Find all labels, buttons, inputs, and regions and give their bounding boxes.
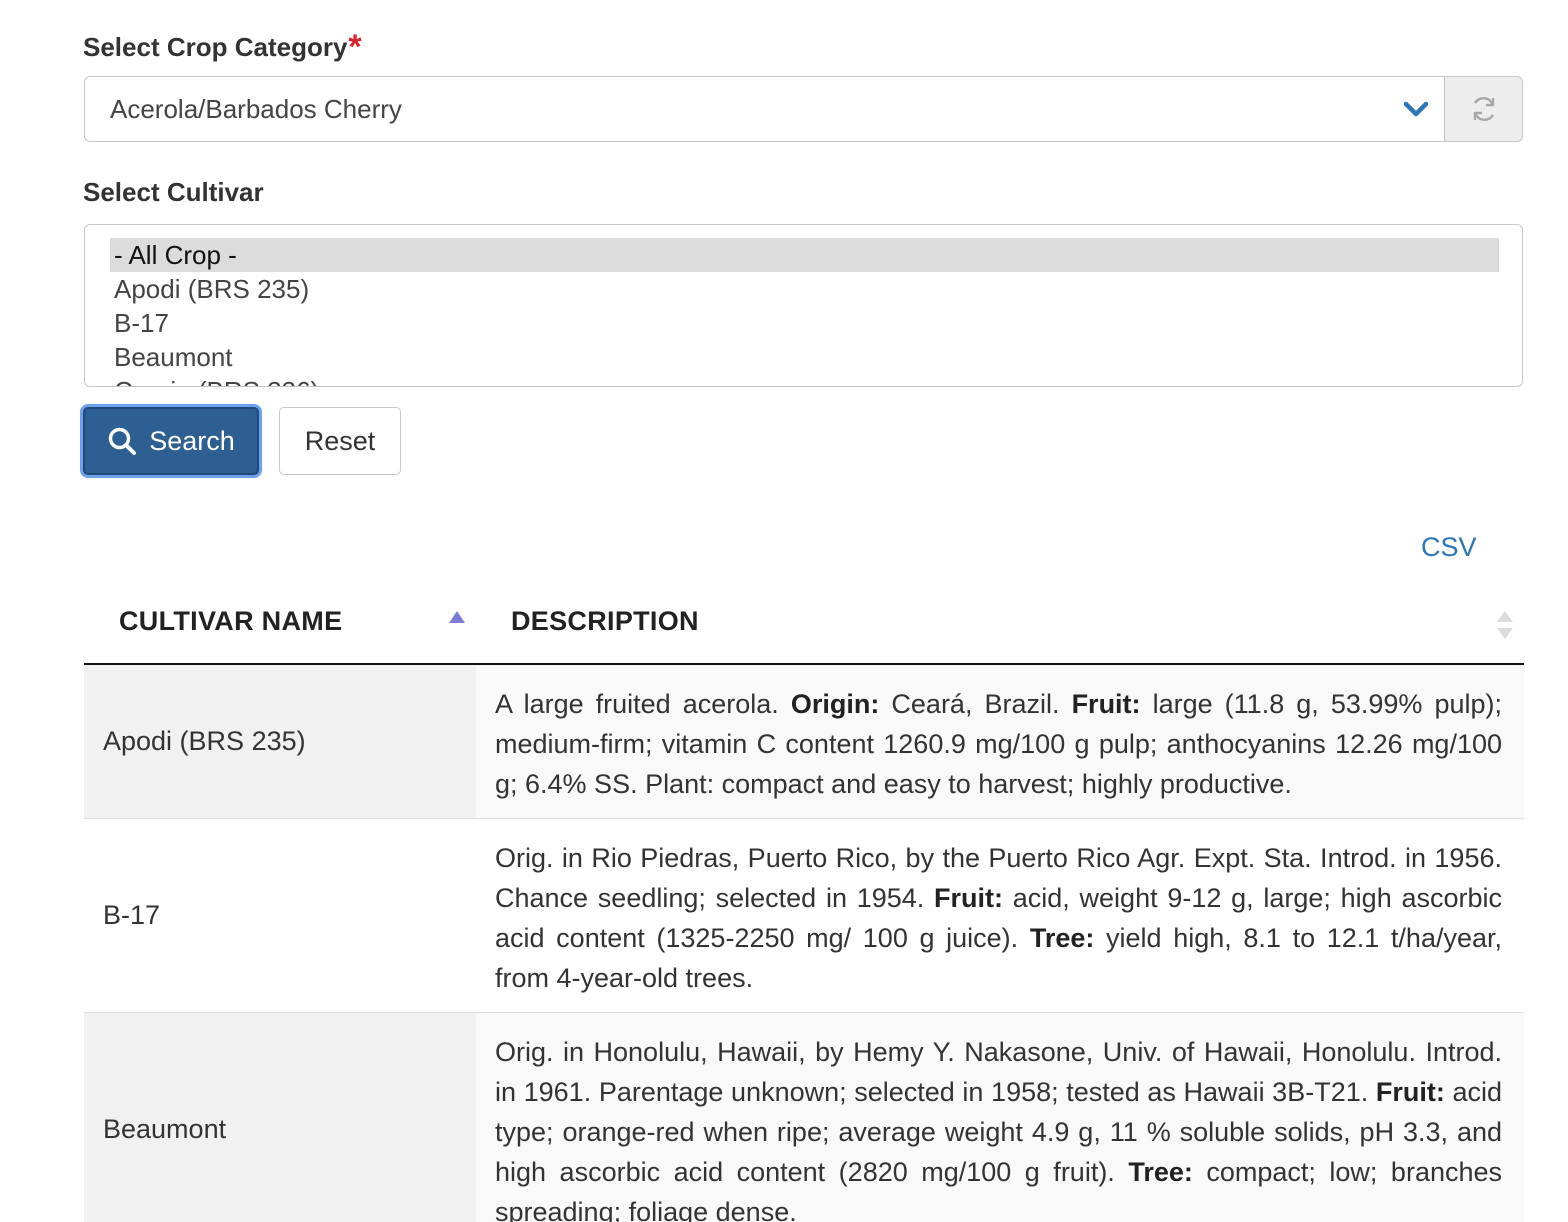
cultivar-name-cell: Apodi (BRS 235) <box>84 665 476 818</box>
refresh-button[interactable] <box>1444 76 1523 142</box>
cultivar-label: Select Cultivar <box>83 177 264 207</box>
description-field-label: Fruit: <box>1071 689 1141 719</box>
description-cell: Orig. in Rio Piedras, Puerto Rico, by th… <box>495 838 1502 998</box>
description-cell: Orig. in Honolulu, Hawaii, by Hemy Y. Na… <box>495 1032 1502 1222</box>
cultivar-option-cereja[interactable]: Cereja (BRS 236) <box>110 374 1499 386</box>
cultivar-name-cell: Beaumont <box>84 1013 476 1222</box>
table-row: B-17 Orig. in Rio Piedras, Puerto Rico, … <box>84 819 1524 1013</box>
search-icon <box>109 427 137 455</box>
description-field-label: Fruit: <box>1375 1077 1445 1107</box>
crop-category-label-text: Select Crop Category <box>83 32 348 62</box>
description-field-label: Fruit: <box>934 883 1004 913</box>
description-field-label: Origin: <box>790 689 880 719</box>
search-button[interactable]: Search <box>83 407 259 475</box>
crop-category-label: Select Crop Category* <box>83 28 362 67</box>
cultivar-name-cell: B-17 <box>103 900 161 930</box>
reset-button[interactable]: Reset <box>279 407 401 475</box>
cultivar-option-apodi[interactable]: Apodi (BRS 235) <box>110 272 1499 306</box>
table-row: Beaumont Orig. in Honolulu, Hawaii, by H… <box>84 1013 1524 1222</box>
description-text: A large fruited acerola. <box>495 689 791 719</box>
description-text: Orig. in Honolulu, Hawaii, by Hemy Y. Na… <box>495 1037 1502 1107</box>
cultivar-listbox[interactable]: - All Crop - Apodi (BRS 235) B-17 Beaumo… <box>84 224 1523 387</box>
column-header-cultivar-name[interactable]: CULTIVAR NAME <box>119 606 342 637</box>
column-header-description[interactable]: DESCRIPTION <box>511 606 699 637</box>
crop-category-value: Acerola/Barbados Cherry <box>110 93 402 124</box>
crop-category-select[interactable]: Acerola/Barbados Cherry <box>84 76 1444 142</box>
description-text: Ceará, Brazil. <box>879 689 1072 719</box>
required-asterisk: * <box>348 28 362 66</box>
cultivar-option-beaumont[interactable]: Beaumont <box>110 340 1499 374</box>
description-field-label: Tree: <box>1029 923 1095 953</box>
cultivar-option-all[interactable]: - All Crop - <box>110 238 1499 272</box>
crop-search-page: Select Crop Category* Acerola/Barbados C… <box>0 0 1568 1222</box>
refresh-icon <box>1473 97 1494 121</box>
description-cell: A large fruited acerola. Origin: Ceará, … <box>495 684 1502 804</box>
sort-ascending-icon[interactable] <box>448 610 466 624</box>
table-row: Apodi (BRS 235) A large fruited acerola.… <box>84 665 1524 819</box>
csv-export-link[interactable]: CSV <box>1421 532 1477 563</box>
chevron-down-icon <box>1403 101 1429 117</box>
cultivar-option-b17[interactable]: B-17 <box>110 306 1499 340</box>
description-field-label: Tree: <box>1128 1157 1193 1187</box>
sort-unsorted-icon[interactable] <box>1495 610 1515 640</box>
search-button-label: Search <box>149 425 235 456</box>
